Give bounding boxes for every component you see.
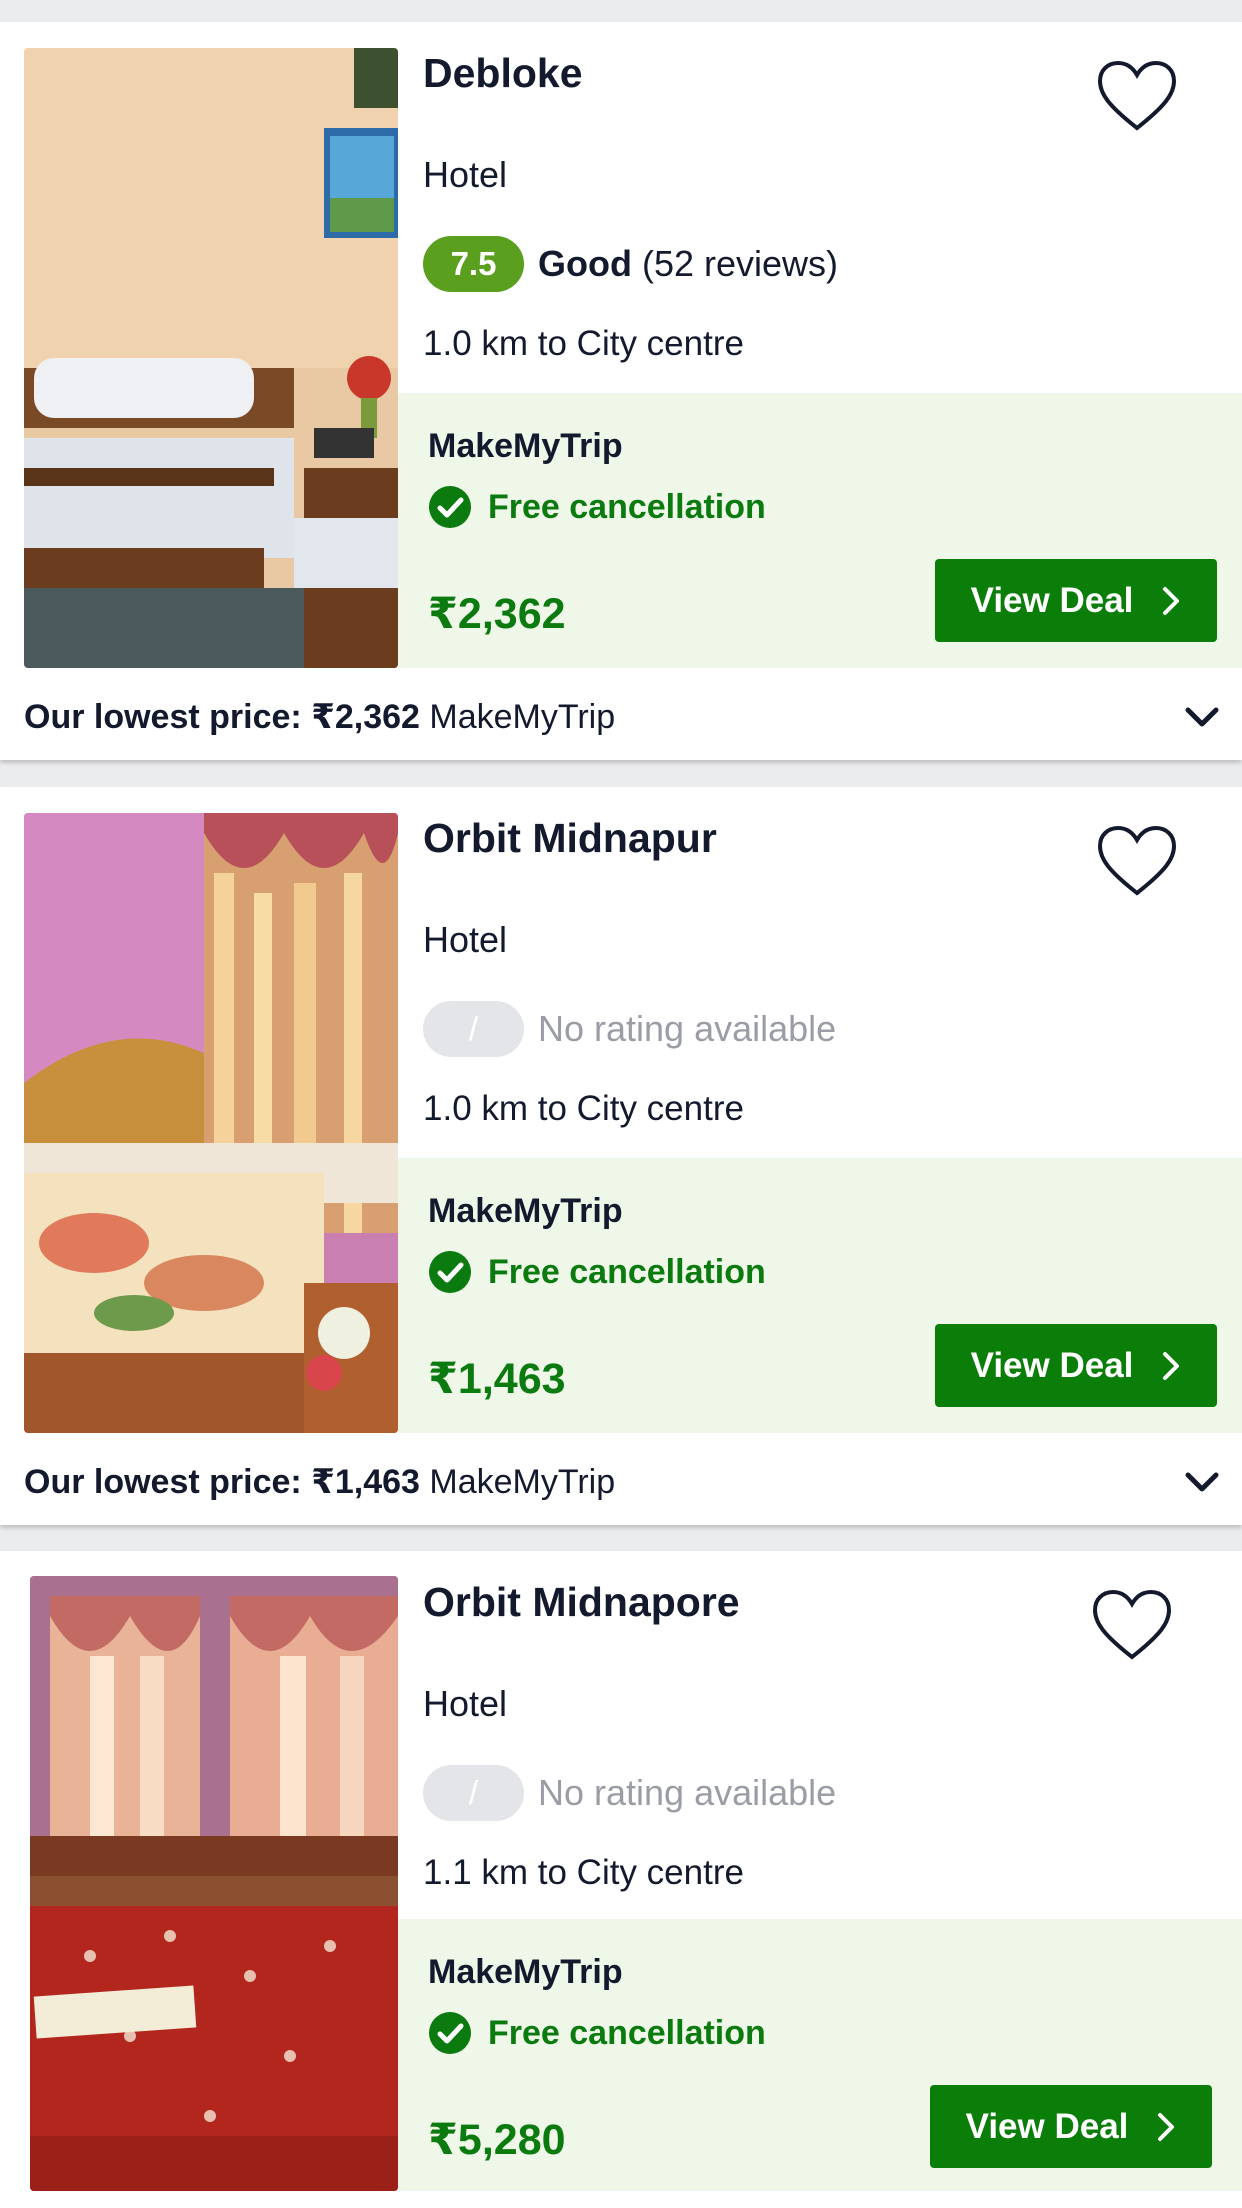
view-deal-label: View Deal xyxy=(965,2106,1129,2146)
lowest-price-value: ₹1,463 xyxy=(311,1463,420,1501)
distance-text: 1.0 km to City centre xyxy=(423,324,744,363)
deal-provider: MakeMyTrip xyxy=(428,1953,623,1991)
hotel-photo[interactable] xyxy=(30,1576,398,2191)
heart-outline-icon[interactable] xyxy=(1092,1589,1172,1661)
cancellation-text: Free cancellation xyxy=(488,487,766,526)
hotel-name[interactable]: Orbit Midnapore xyxy=(423,1579,740,1626)
hotel-card[interactable]: Orbit Midnapur Hotel / No rating availab… xyxy=(0,787,1242,1525)
view-deal-button[interactable]: View Deal xyxy=(930,2085,1212,2168)
deal-price: ₹5,280 xyxy=(428,2116,566,2164)
deal-panel[interactable]: MakeMyTrip Free cancellation ₹5,280 View… xyxy=(398,1919,1242,2191)
heart-outline-icon[interactable] xyxy=(1097,825,1177,897)
view-deal-label: View Deal xyxy=(970,1345,1134,1385)
chevron-right-icon xyxy=(1158,2112,1175,2141)
lowest-price-provider: MakeMyTrip xyxy=(429,1463,616,1501)
lowest-price-row[interactable]: Our lowest price: ₹2,362 MakeMyTrip xyxy=(24,697,615,737)
view-deal-label: View Deal xyxy=(970,580,1134,620)
rating-row: 7.5 Good (52 reviews) xyxy=(423,236,838,292)
cancellation-text: Free cancellation xyxy=(488,1252,766,1291)
check-circle-icon xyxy=(429,1251,471,1293)
deal-panel[interactable]: MakeMyTrip Free cancellation ₹2,362 View… xyxy=(398,393,1242,668)
view-deal-button[interactable]: View Deal xyxy=(935,559,1217,642)
chevron-right-icon xyxy=(1163,586,1180,615)
deal-provider: MakeMyTrip xyxy=(428,1192,623,1230)
check-circle-icon xyxy=(429,2012,471,2054)
rating-row: / No rating available xyxy=(423,1765,836,1821)
cancellation-info: Free cancellation xyxy=(428,2011,766,2055)
deal-panel[interactable]: MakeMyTrip Free cancellation ₹1,463 View… xyxy=(398,1158,1242,1433)
distance-text: 1.1 km to City centre xyxy=(423,1853,744,1892)
hotel-name[interactable]: Orbit Midnapur xyxy=(423,815,717,862)
lowest-price-value: ₹2,362 xyxy=(311,698,420,736)
chevron-down-icon[interactable] xyxy=(1184,1469,1220,1495)
lowest-price-provider: MakeMyTrip xyxy=(429,698,616,736)
heart-outline-icon[interactable] xyxy=(1097,60,1177,132)
lowest-price-label: Our lowest price: xyxy=(24,698,302,736)
hotel-type: Hotel xyxy=(423,154,508,195)
deal-provider: MakeMyTrip xyxy=(428,427,623,465)
lowest-price-row[interactable]: Our lowest price: ₹1,463 MakeMyTrip xyxy=(24,1462,615,1502)
deal-price: ₹1,463 xyxy=(428,1355,566,1403)
rating-score-badge: / xyxy=(423,1765,524,1821)
cancellation-info: Free cancellation xyxy=(428,485,766,529)
hotel-photo[interactable] xyxy=(24,813,398,1433)
rating-reviews[interactable]: (52 reviews) xyxy=(642,243,838,285)
deal-price: ₹2,362 xyxy=(428,590,566,638)
rating-score-badge: 7.5 xyxy=(423,236,524,292)
hotel-card[interactable]: Debloke Hotel 7.5 Good (52 reviews) 1.0 … xyxy=(0,22,1242,760)
hotel-type: Hotel xyxy=(423,1683,508,1724)
rating-row: / No rating available xyxy=(423,1001,836,1057)
view-deal-button[interactable]: View Deal xyxy=(935,1324,1217,1407)
chevron-right-icon xyxy=(1163,1351,1180,1380)
rating-label: Good xyxy=(538,243,632,284)
cancellation-info: Free cancellation xyxy=(428,1250,766,1294)
no-rating-text: No rating available xyxy=(538,1008,837,1049)
hotel-photo[interactable] xyxy=(24,48,398,668)
chevron-down-icon[interactable] xyxy=(1184,704,1220,730)
distance-text: 1.0 km to City centre xyxy=(423,1089,744,1128)
lowest-price-label: Our lowest price: xyxy=(24,1463,302,1501)
cancellation-text: Free cancellation xyxy=(488,2013,766,2052)
rating-score-badge: / xyxy=(423,1001,524,1057)
no-rating-text: No rating available xyxy=(538,1772,837,1813)
hotel-name[interactable]: Debloke xyxy=(423,50,583,97)
hotel-type: Hotel xyxy=(423,919,508,960)
hotel-card[interactable]: Orbit Midnapore Hotel / No rating availa… xyxy=(0,1551,1242,2208)
check-circle-icon xyxy=(429,486,471,528)
